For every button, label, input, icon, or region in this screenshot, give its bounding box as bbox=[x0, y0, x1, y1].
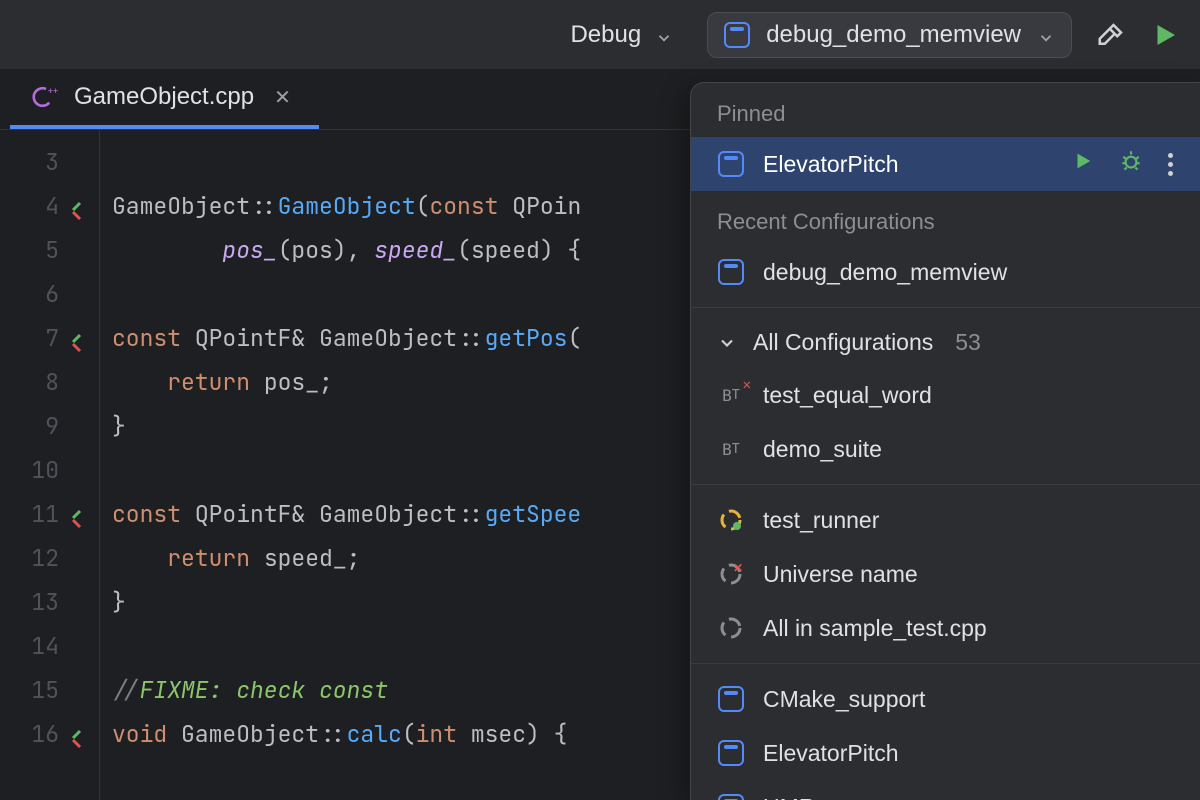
config-item[interactable]: BT✕ test_equal_word bbox=[691, 368, 1200, 422]
config-label: Universe name bbox=[763, 561, 1182, 588]
line-number: 6 bbox=[0, 272, 99, 316]
main-toolbar: Debug debug_demo_memview bbox=[0, 0, 1200, 70]
more-icon[interactable] bbox=[1168, 153, 1182, 176]
line-number: 15 bbox=[0, 668, 99, 712]
close-icon[interactable]: ✕ bbox=[268, 85, 297, 110]
config-label: CMake_support bbox=[763, 686, 1182, 713]
config-item-debug-demo-memview[interactable]: debug_demo_memview bbox=[691, 245, 1200, 299]
config-item[interactable]: UMR bbox=[691, 780, 1200, 800]
divider bbox=[691, 307, 1200, 308]
line-number: 8 bbox=[0, 360, 99, 404]
line-number: 10 bbox=[0, 448, 99, 492]
chevron-down-icon bbox=[1037, 26, 1055, 44]
config-label: ElevatorPitch bbox=[763, 740, 1182, 767]
divider bbox=[691, 663, 1200, 664]
config-item[interactable]: ✕ Universe name bbox=[691, 547, 1200, 601]
config-label: test_equal_word bbox=[763, 382, 1182, 409]
gtest-icon: ✕ bbox=[717, 560, 745, 588]
config-item[interactable]: CMake_support bbox=[691, 672, 1200, 726]
application-icon bbox=[718, 686, 744, 712]
vcs-change-icon bbox=[69, 194, 93, 218]
application-icon bbox=[718, 794, 744, 800]
line-number: 9 bbox=[0, 404, 99, 448]
vcs-change-icon bbox=[69, 502, 93, 526]
config-label: test_runner bbox=[763, 507, 1182, 534]
vcs-change-icon bbox=[69, 722, 93, 746]
line-number: 12 bbox=[0, 536, 99, 580]
run-play-icon[interactable] bbox=[1072, 150, 1094, 178]
boost-test-icon: BT bbox=[717, 435, 745, 463]
line-number: 5 bbox=[0, 228, 99, 272]
cpp-file-icon: ++ bbox=[32, 83, 60, 111]
line-number: 16 bbox=[0, 712, 99, 756]
config-label: demo_suite bbox=[763, 436, 1182, 463]
all-configurations-toggle[interactable]: All Configurations 53 bbox=[691, 316, 1200, 368]
application-icon bbox=[724, 22, 750, 48]
config-item-elevatorpitch[interactable]: ElevatorPitch bbox=[691, 137, 1200, 191]
svg-text:++: ++ bbox=[48, 87, 59, 97]
recent-section-label: Recent Configurations bbox=[691, 191, 1200, 245]
run-config-dropdown: Pinned ElevatorPitch Recent Configuratio… bbox=[690, 82, 1200, 800]
config-label: All in sample_test.cpp bbox=[763, 615, 1182, 642]
line-number: 14 bbox=[0, 624, 99, 668]
line-number: 3 bbox=[0, 140, 99, 184]
line-gutter: 3 4 5 6 7 8 9 10 11 12 13 14 15 16 bbox=[0, 130, 100, 800]
vcs-change-icon bbox=[69, 326, 93, 350]
config-label: debug_demo_memview bbox=[763, 259, 1182, 286]
config-item[interactable]: test_runner bbox=[691, 493, 1200, 547]
tab-filename: GameObject.cpp bbox=[74, 83, 254, 111]
all-config-label: All Configurations bbox=[753, 329, 933, 356]
application-icon bbox=[718, 740, 744, 766]
chevron-down-icon bbox=[655, 26, 673, 44]
config-item[interactable]: All in sample_test.cpp bbox=[691, 601, 1200, 655]
build-hammer-icon[interactable] bbox=[1096, 20, 1126, 50]
boost-test-icon: BT✕ bbox=[717, 381, 745, 409]
config-item-actions bbox=[1072, 148, 1182, 180]
line-number: 7 bbox=[0, 316, 99, 360]
debug-bug-icon[interactable] bbox=[1118, 148, 1144, 180]
pinned-section-label: Pinned bbox=[691, 83, 1200, 137]
line-number: 4 bbox=[0, 184, 99, 228]
run-play-icon[interactable] bbox=[1150, 20, 1180, 50]
all-config-count: 53 bbox=[955, 329, 981, 356]
application-icon bbox=[718, 151, 744, 177]
config-item[interactable]: ElevatorPitch bbox=[691, 726, 1200, 780]
chevron-down-icon bbox=[717, 332, 737, 352]
config-label: ElevatorPitch bbox=[763, 151, 1054, 178]
gtest-icon bbox=[717, 506, 745, 534]
tab-gameobject[interactable]: ++ GameObject.cpp ✕ bbox=[10, 69, 319, 129]
run-config-label: debug_demo_memview bbox=[766, 21, 1021, 49]
build-config-label: Debug bbox=[570, 21, 641, 49]
run-config-selector[interactable]: debug_demo_memview bbox=[707, 12, 1072, 58]
config-item[interactable]: BT demo_suite bbox=[691, 422, 1200, 476]
line-number: 13 bbox=[0, 580, 99, 624]
build-config-selector[interactable]: Debug bbox=[560, 15, 683, 55]
line-number: 11 bbox=[0, 492, 99, 536]
gtest-icon bbox=[717, 614, 745, 642]
svg-text:✕: ✕ bbox=[733, 562, 743, 575]
config-label: UMR bbox=[763, 794, 1182, 800]
application-icon bbox=[718, 259, 744, 285]
divider bbox=[691, 484, 1200, 485]
